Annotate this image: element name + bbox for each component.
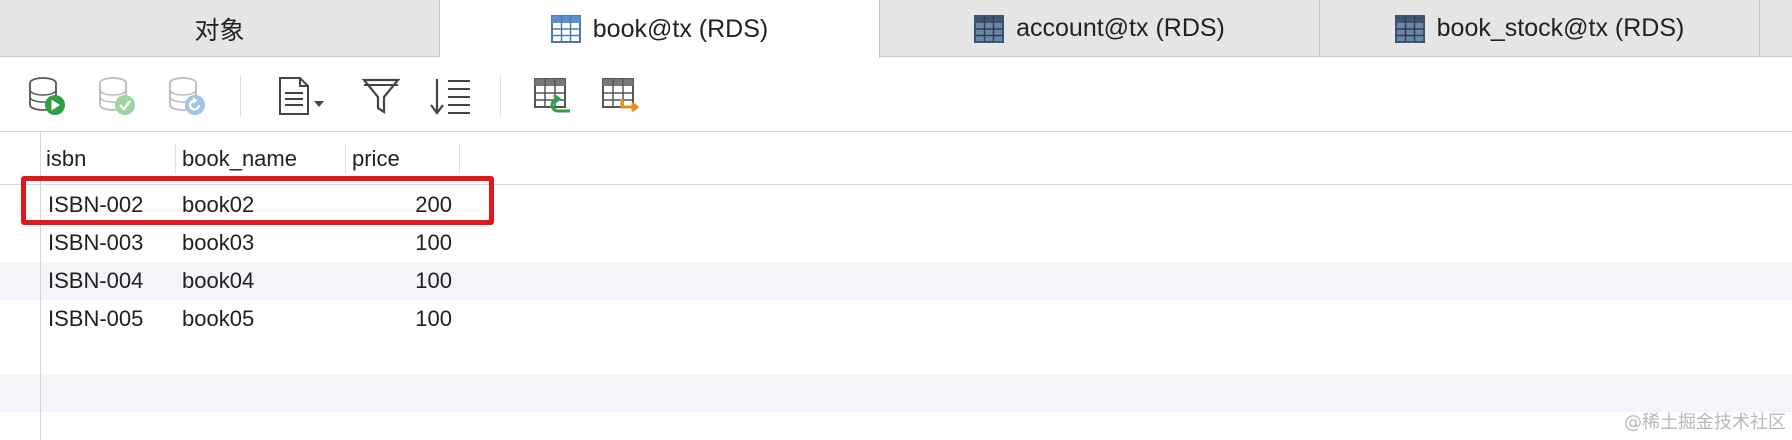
cell-isbn[interactable]: ISBN-002 <box>48 186 168 224</box>
column-header-isbn[interactable]: isbn <box>40 144 176 174</box>
begin-transaction-icon <box>29 77 65 115</box>
filter-button[interactable] <box>360 75 402 117</box>
commit-button[interactable] <box>96 75 138 117</box>
tab-objects[interactable]: 对象 <box>0 0 440 57</box>
sort-button[interactable] <box>428 75 474 117</box>
tab-label: book_stock@tx (RDS) <box>1436 14 1685 42</box>
cell-book-name[interactable]: book05 <box>182 300 342 338</box>
cell-isbn[interactable]: ISBN-003 <box>48 224 168 262</box>
import-icon <box>534 78 570 113</box>
sort-icon <box>430 79 470 115</box>
cell-book-name[interactable]: book04 <box>182 262 342 300</box>
tab-book-stock[interactable]: book_stock@tx (RDS) <box>1320 0 1760 57</box>
data-grid[interactable]: isbn book_name price ISBN-002 book02 200… <box>0 132 1792 440</box>
export-icon <box>602 78 640 113</box>
row-indicator-column <box>40 132 41 440</box>
cell-isbn[interactable]: ISBN-004 <box>48 262 168 300</box>
export-button[interactable] <box>600 75 642 117</box>
tab-account[interactable]: account@tx (RDS) <box>880 0 1320 57</box>
tab-bar: 对象 book@tx (RDS) account@tx (RDS) book_s… <box>0 0 1792 58</box>
cell-isbn[interactable]: ISBN-005 <box>48 300 168 338</box>
grid-header: isbn book_name price <box>0 132 1792 185</box>
tab-label: book@tx (RDS) <box>592 14 769 43</box>
tab-label: 对象 <box>194 16 245 45</box>
cell-price[interactable]: 200 <box>346 186 452 224</box>
cell-price[interactable]: 100 <box>346 262 452 300</box>
tab-book[interactable]: book@tx (RDS) <box>440 0 880 58</box>
table-row[interactable]: ISBN-002 book02 200 <box>0 186 1792 224</box>
filter-icon <box>361 78 401 115</box>
rollback-icon <box>169 77 205 115</box>
toolbar-separator <box>240 75 241 117</box>
watermark: @稀土掘金技术社区 <box>1624 412 1786 433</box>
text-view-icon <box>279 77 324 115</box>
column-header-price[interactable]: price <box>346 144 460 174</box>
tab-label: account@tx (RDS) <box>1016 14 1225 42</box>
table-row[interactable]: ISBN-004 book04 100 <box>0 262 1792 300</box>
commit-icon <box>99 77 135 115</box>
toolbar <box>0 58 1792 132</box>
cell-price[interactable]: 100 <box>346 224 452 262</box>
begin-transaction-button[interactable] <box>26 75 68 117</box>
table-row[interactable]: ISBN-003 book03 100 <box>0 224 1792 262</box>
cell-book-name[interactable]: book03 <box>182 224 342 262</box>
text-view-button[interactable] <box>276 75 332 117</box>
table-icon <box>550 15 581 43</box>
import-button[interactable] <box>532 75 574 117</box>
table-icon <box>974 14 1005 43</box>
table-icon <box>1394 14 1425 43</box>
column-header-book-name[interactable]: book_name <box>176 144 346 174</box>
cell-price[interactable]: 100 <box>346 300 452 338</box>
table-row[interactable]: ISBN-005 book05 100 <box>0 300 1792 338</box>
rollback-button[interactable] <box>166 75 208 117</box>
toolbar-separator <box>500 75 501 117</box>
cell-book-name[interactable]: book02 <box>182 186 342 224</box>
empty-row <box>0 374 1792 412</box>
